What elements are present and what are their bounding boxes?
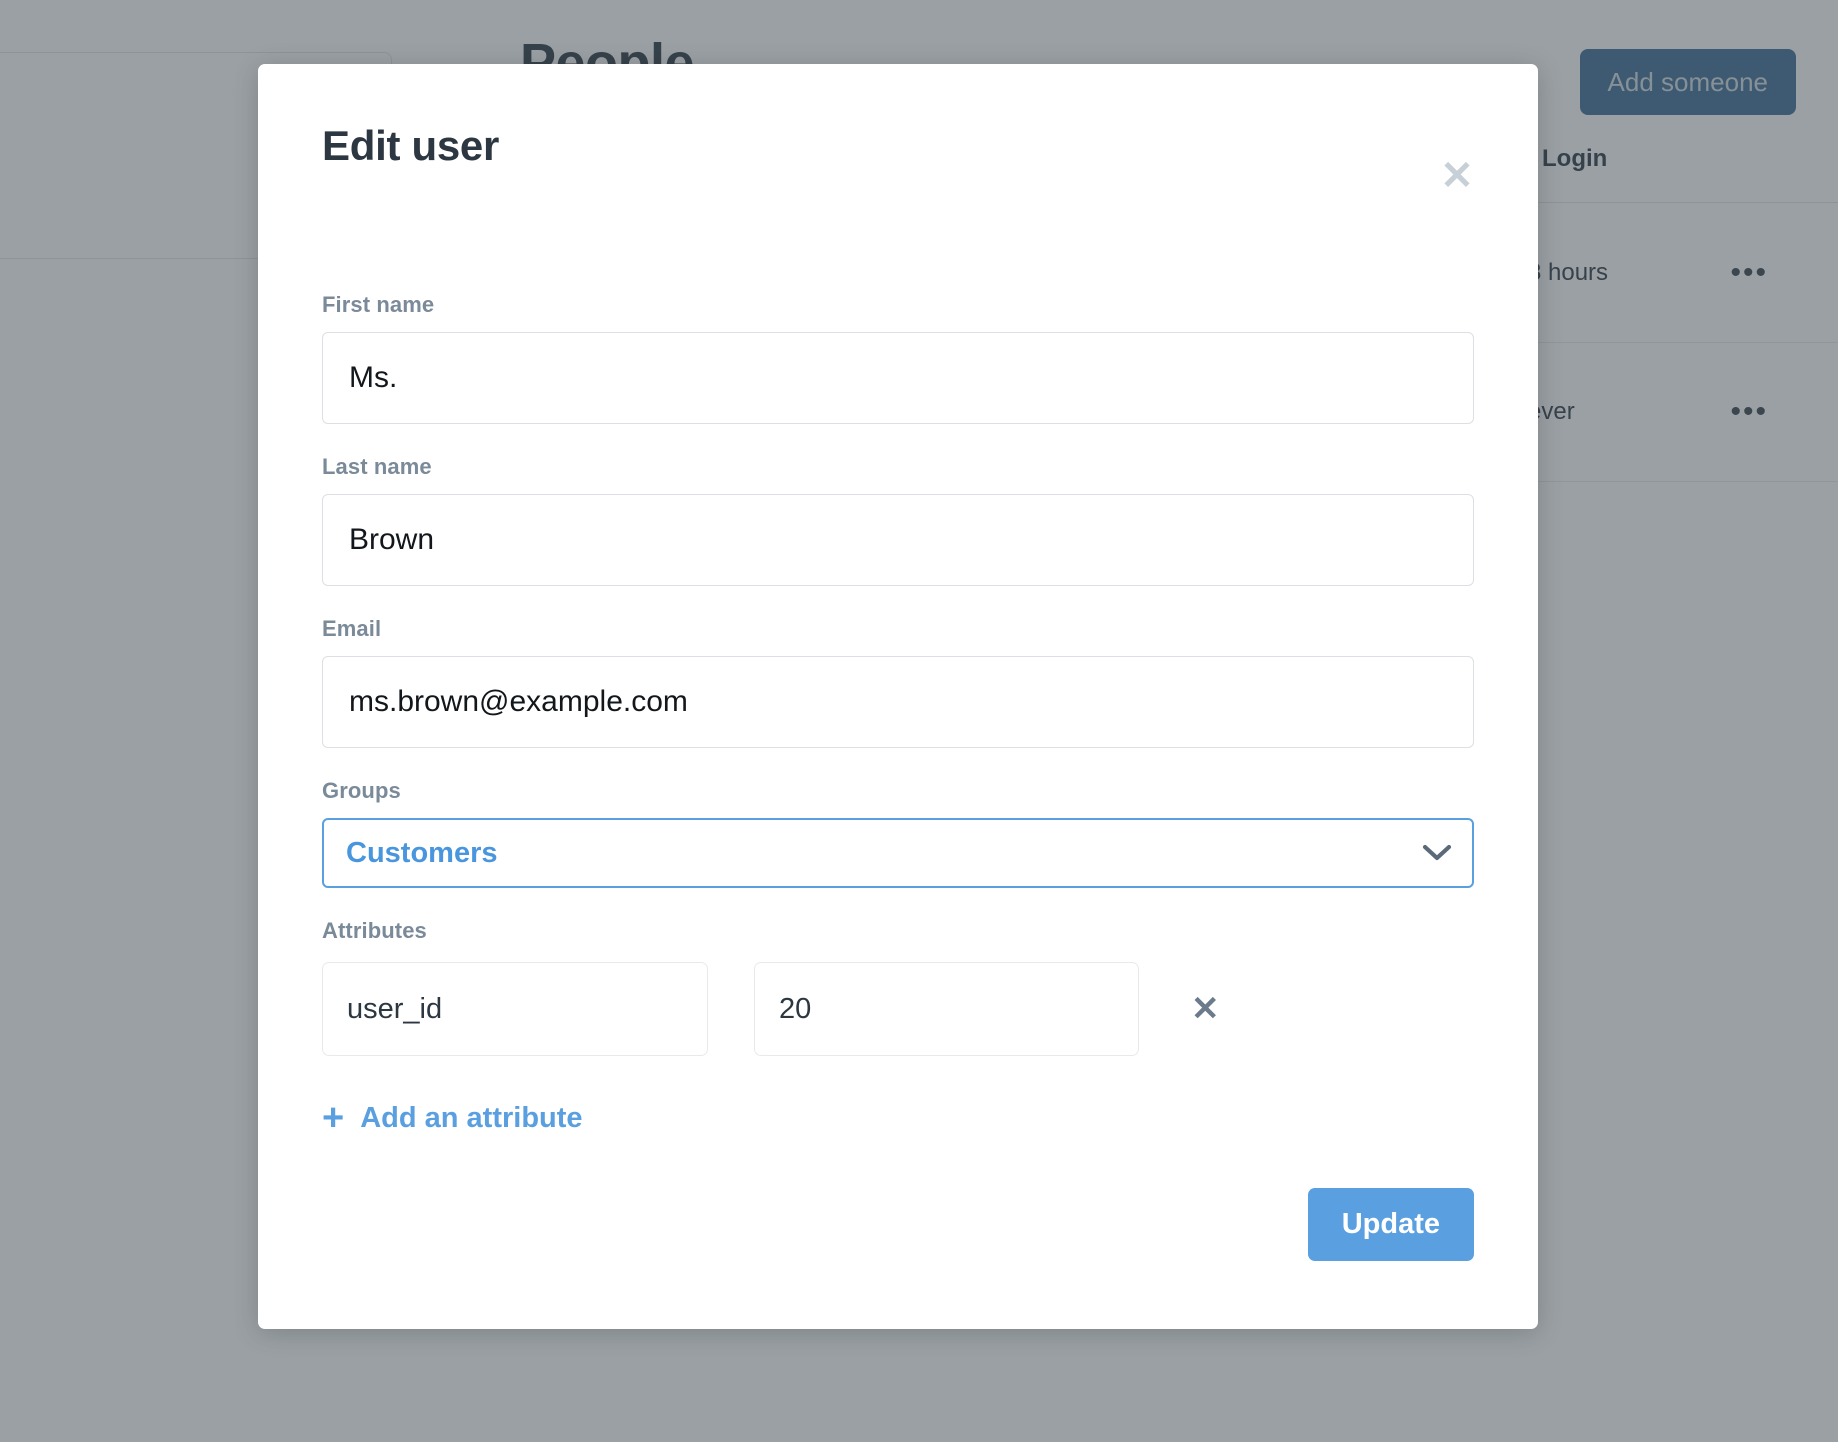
plus-icon: +: [322, 1097, 345, 1140]
groups-field-group: Groups: [322, 778, 1474, 888]
groups-select[interactable]: [322, 818, 1474, 888]
update-button[interactable]: Update: [1307, 1188, 1474, 1261]
attribute-row: ✕: [322, 962, 1474, 1056]
first-name-input[interactable]: [322, 332, 1474, 424]
groups-label: Groups: [322, 778, 401, 803]
attributes-field-group: Attributes ✕ + Add an attribute: [322, 918, 1474, 1140]
first-name-label: First name: [322, 292, 435, 317]
attributes-label: Attributes: [322, 918, 427, 943]
close-icon[interactable]: ✕: [1434, 153, 1480, 199]
last-name-input[interactable]: [322, 494, 1474, 586]
edit-user-modal: Edit user ✕ First name Last name Email G…: [258, 64, 1538, 1329]
add-attribute-button[interactable]: + Add an attribute: [322, 1097, 583, 1140]
first-name-field-group: First name: [322, 292, 1474, 424]
groups-select-wrapper: [322, 818, 1474, 888]
modal-title: Edit user: [322, 122, 500, 169]
add-attribute-label: Add an attribute: [360, 1102, 583, 1134]
attribute-value-input[interactable]: [754, 962, 1139, 1056]
email-input[interactable]: [322, 656, 1474, 748]
last-name-label: Last name: [322, 454, 432, 479]
last-name-field-group: Last name: [322, 454, 1474, 586]
edit-user-form: First name Last name Email Groups A: [322, 292, 1474, 1165]
email-label: Email: [322, 616, 382, 641]
remove-attribute-button[interactable]: ✕: [1185, 992, 1226, 1026]
email-field-group: Email: [322, 616, 1474, 748]
modal-footer: Update: [1307, 1188, 1474, 1261]
attribute-key-input[interactable]: [322, 962, 708, 1056]
